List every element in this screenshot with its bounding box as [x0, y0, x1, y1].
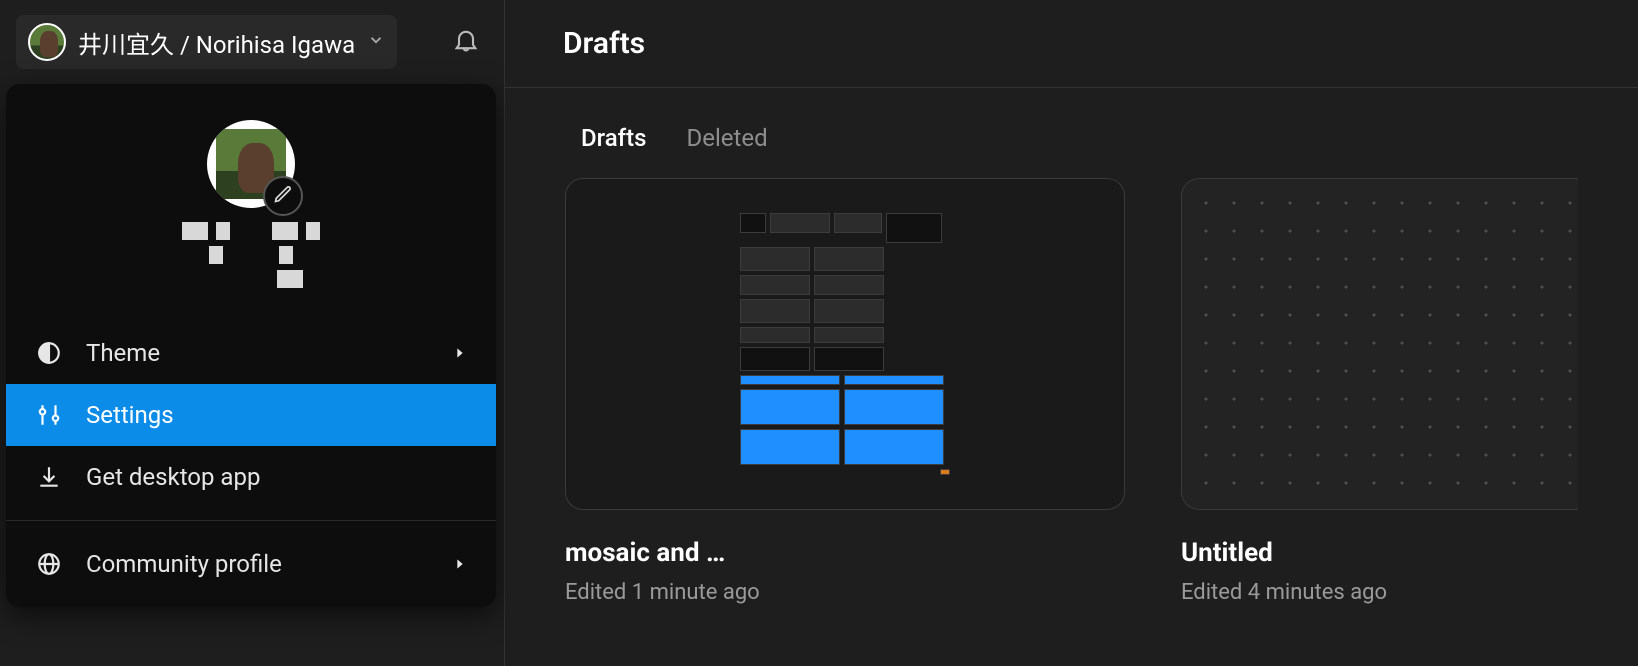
chevron-right-icon — [452, 550, 468, 578]
tab-drafts[interactable]: Drafts — [581, 124, 646, 152]
menu-item-theme[interactable]: Theme — [6, 322, 496, 384]
page-title: Drafts — [505, 0, 1638, 88]
file-card[interactable]: Untitled Edited 4 minutes ago — [1181, 178, 1578, 605]
globe-icon — [34, 551, 64, 577]
settings-icon — [34, 402, 64, 428]
topbar: 井川宜久 / Norihisa Igawa — [0, 0, 504, 84]
chevron-right-icon — [452, 339, 468, 367]
file-title: Untitled — [1181, 538, 1578, 568]
chevron-down-icon — [367, 31, 385, 53]
menu-divider — [6, 520, 496, 521]
menu-item-label: Community profile — [86, 550, 282, 578]
file-thumbnail — [565, 178, 1125, 510]
avatar-large — [207, 120, 295, 208]
tab-deleted[interactable]: Deleted — [686, 124, 767, 152]
menu-item-get-desktop[interactable]: Get desktop app — [6, 446, 496, 508]
menu-item-label: Theme — [86, 339, 160, 367]
bell-icon — [452, 26, 480, 58]
file-subtitle: Edited 1 minute ago — [565, 580, 1125, 605]
profile-block — [6, 84, 496, 322]
avatar-small — [28, 23, 66, 61]
tabs: Drafts Deleted — [505, 88, 1638, 178]
download-icon — [34, 464, 64, 490]
notifications-button[interactable] — [444, 20, 488, 64]
pencil-icon — [273, 184, 293, 208]
menu-item-label: Settings — [86, 401, 174, 429]
redacted-name — [121, 222, 381, 288]
menu-item-community-profile[interactable]: Community profile — [6, 533, 496, 595]
edit-avatar-button[interactable] — [263, 176, 303, 216]
menu-item-label: Get desktop app — [86, 463, 260, 491]
menu-item-settings[interactable]: Settings — [6, 384, 496, 446]
file-thumbnail — [1181, 178, 1578, 510]
account-switcher[interactable]: 井川宜久 / Norihisa Igawa — [16, 15, 397, 69]
theme-icon — [34, 340, 64, 366]
file-title: mosaic and … — [565, 538, 1125, 568]
main: Drafts Drafts Deleted mosai — [505, 0, 1638, 666]
file-card[interactable]: mosaic and … Edited 1 minute ago — [565, 178, 1125, 605]
file-grid: mosaic and … Edited 1 minute ago Untitle… — [505, 178, 1638, 625]
account-dropdown: Theme Settings Get desktop app — [6, 84, 496, 607]
account-name: 井川宜久 / Norihisa Igawa — [78, 25, 355, 60]
file-subtitle: Edited 4 minutes ago — [1181, 580, 1578, 605]
sidebar: 井川宜久 / Norihisa Igawa — [0, 0, 505, 666]
